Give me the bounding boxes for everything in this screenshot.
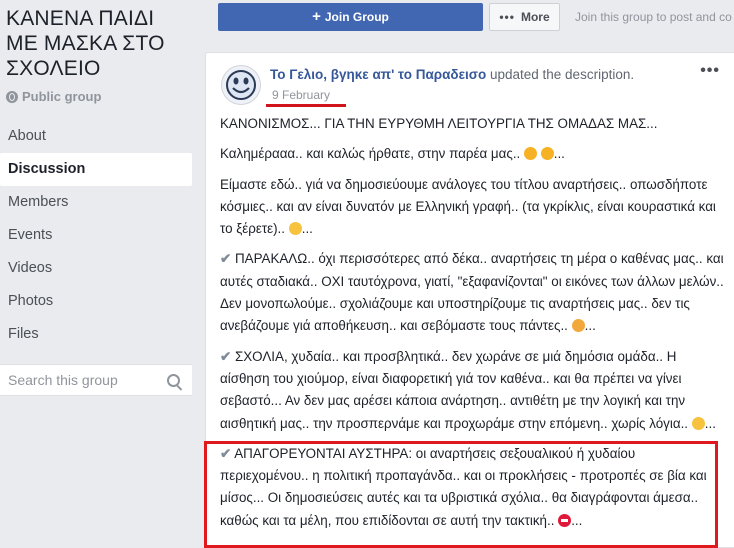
nav-item-about[interactable]: About <box>0 120 192 153</box>
nav-item-videos[interactable]: Videos <box>0 252 192 285</box>
ellipsis: ... <box>704 415 716 431</box>
checkmark-icon: ✔ <box>220 251 232 267</box>
post-paragraph: ✔ ΠΑΡΑΚΑΛΩ.. όχι περισσότερες από δέκα..… <box>220 248 724 337</box>
post-paragraph: ✔ ΣΧΟΛΙΑ, χυδαία.. και προσβλητικά.. δεν… <box>220 346 724 435</box>
join-hint-text: Join this group to post and co <box>575 10 732 24</box>
ellipsis: ... <box>553 146 565 162</box>
group-search <box>0 364 192 396</box>
group-actions-bar: + Join Group ••• More Join this group to… <box>205 0 734 40</box>
globe-icon <box>6 90 18 103</box>
annotation-highlight-box <box>204 441 718 548</box>
post-paragraph: Καλημέρααα.. και καλώς ήρθατε, στην παρέ… <box>220 143 724 165</box>
smile-emoji-icon <box>524 147 537 161</box>
post-date[interactable]: 9 February <box>272 88 330 102</box>
rule-text: ΣΧΟΛΙΑ, χυδαία.. και προσβλητικά.. δεν χ… <box>220 348 689 431</box>
post-action: updated the description. <box>489 67 635 82</box>
post-paragraph: Είμαστε εδώ.. γιά να δημοσιεύουμε ανάλογ… <box>220 174 724 241</box>
more-button[interactable]: ••• More <box>489 3 560 31</box>
more-label: More <box>520 10 550 24</box>
nav-item-photos[interactable]: Photos <box>0 285 192 318</box>
group-privacy: Public group <box>6 89 101 104</box>
author-name[interactable]: Το Γελιο, βγηκε απ' το Παραδεισο <box>270 67 486 82</box>
nav-item-members[interactable]: Members <box>0 186 192 219</box>
post-menu-icon[interactable]: ••• <box>700 63 720 79</box>
privacy-label: Public group <box>22 89 102 104</box>
rule-text: ΠΑΡΑΚΑΛΩ.. όχι περισσότερες από δέκα.. α… <box>220 251 724 334</box>
rules-heading: ΚΑΝΟΝΙΣΜΟΣ... ΓΙΑ ΤΗΝ ΕΥΡΥΘΜΗ ΛΕΙΤΟΥΡΓΙΑ… <box>220 116 658 131</box>
greeting-text: Καλημέρααα.. και καλώς ήρθατε, στην παρέ… <box>220 146 521 162</box>
join-group-label: Join Group <box>324 10 389 24</box>
thinking-emoji-icon <box>571 319 585 333</box>
join-group-button[interactable]: + Join Group <box>218 3 483 31</box>
nav-item-discussion[interactable]: Discussion <box>0 153 192 186</box>
more-dots-icon: ••• <box>499 10 515 24</box>
nav-item-events[interactable]: Events <box>0 219 192 252</box>
smiley-avatar-icon <box>226 70 256 100</box>
checkmark-icon: ✔ <box>220 348 232 364</box>
ellipsis: ... <box>301 221 313 237</box>
smile-emoji-icon <box>540 147 554 161</box>
avatar[interactable] <box>221 65 261 105</box>
date-annotation-underline <box>266 104 346 107</box>
post-header: Το Γελιο, βγηκε απ' το Παραδεισο updated… <box>270 67 634 82</box>
sweat-emoji-icon <box>288 222 302 236</box>
plus-icon: + <box>312 8 321 25</box>
group-title[interactable]: ΚΑΝΕΝΑ ΠΑΙΔΙ ΜΕ ΜΑΣΚΑ ΣΤΟ ΣΧΟΛΕΙΟ <box>6 6 192 81</box>
ellipsis: ... <box>584 318 596 334</box>
grimace-emoji-icon <box>691 416 705 430</box>
group-nav: About Discussion Members Events Videos P… <box>0 120 192 351</box>
nav-item-files[interactable]: Files <box>0 318 192 351</box>
left-sidebar: ΚΑΝΕΝΑ ΠΑΙΔΙ ΜΕ ΜΑΣΚΑ ΣΤΟ ΣΧΟΛΕΙΟ Public… <box>0 0 192 548</box>
post-paragraph: ΚΑΝΟΝΙΣΜΟΣ... ΓΙΑ ΤΗΝ ΕΥΡΥΘΜΗ ΛΕΙΤΟΥΡΓΙΑ… <box>220 113 724 135</box>
search-input[interactable] <box>0 365 158 395</box>
search-icon[interactable] <box>167 374 180 387</box>
